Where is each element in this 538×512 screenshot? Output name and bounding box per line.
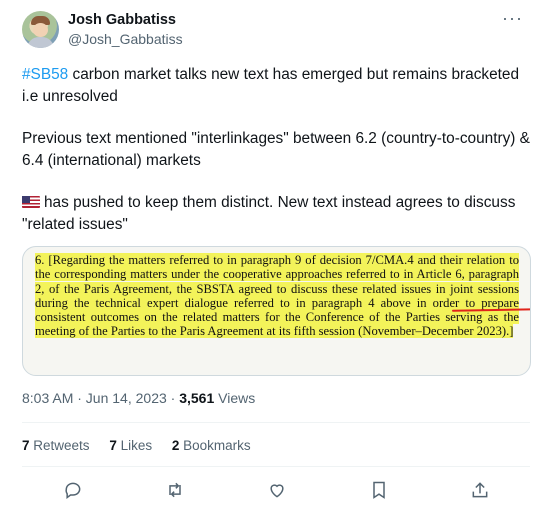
bookmark-icon[interactable] (369, 480, 391, 502)
us-flag-icon (22, 196, 40, 208)
author-name[interactable]: Josh Gabbatiss (68, 12, 176, 28)
action-bar (0, 474, 538, 508)
document-image[interactable]: 6. [Regarding the matters referred to in… (22, 246, 531, 376)
tweet-meta: 8:03 AM · Jun 14, 2023 · 3,561 Views (22, 390, 255, 406)
engagement-stats: 7 Retweets 7 Likes 2 Bookmarks (22, 438, 267, 453)
retweets-stat[interactable]: 7 Retweets (22, 438, 90, 453)
timestamp[interactable]: 8:03 AM · Jun 14, 2023 · (22, 390, 179, 406)
views-label: Views (214, 390, 256, 406)
tweet-paragraph-1: #SB58 carbon market talks new text has e… (22, 66, 520, 105)
more-options-icon[interactable]: ··· (502, 8, 523, 29)
author-handle[interactable]: @Josh_Gabbatiss (68, 31, 183, 47)
bookmarks-stat[interactable]: 2 Bookmarks (172, 438, 251, 453)
tweet-text: #SB58 carbon market talks new text has e… (22, 64, 534, 256)
document-text: 6. [Regarding the matters referred to in… (35, 253, 519, 339)
avatar[interactable] (22, 11, 59, 48)
tweet-paragraph-2: Previous text mentioned "interlinkages" … (22, 130, 530, 169)
divider (22, 466, 530, 467)
views-count: 3,561 (179, 390, 215, 406)
divider (22, 422, 530, 423)
reply-icon[interactable] (63, 480, 85, 502)
tweet-paragraph-3: has pushed to keep them distinct. New te… (22, 194, 516, 233)
share-icon[interactable] (470, 480, 492, 502)
likes-stat[interactable]: 7 Likes (109, 438, 152, 453)
hashtag-link[interactable]: #SB58 (22, 66, 68, 83)
retweet-icon[interactable] (165, 480, 187, 502)
like-icon[interactable] (267, 480, 289, 502)
